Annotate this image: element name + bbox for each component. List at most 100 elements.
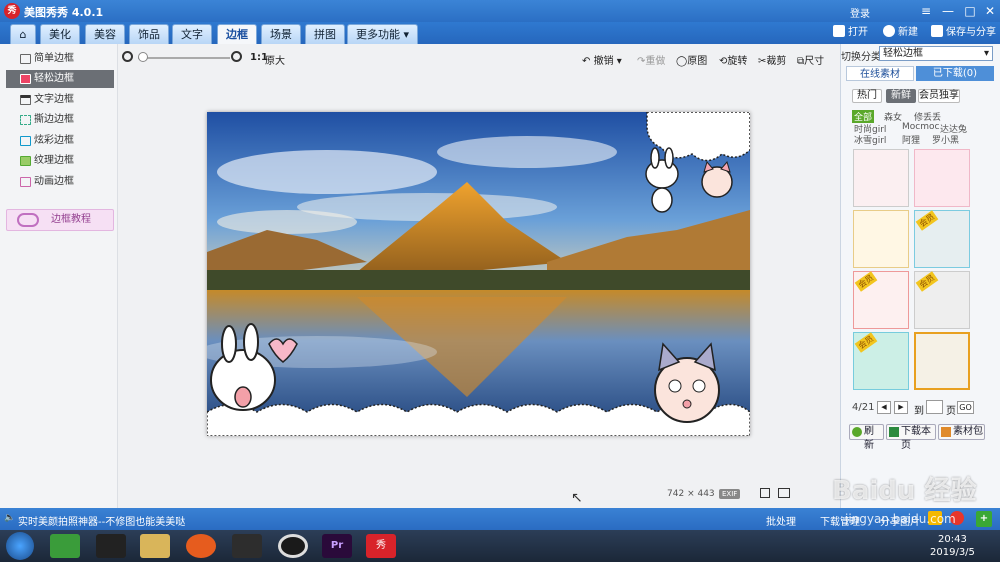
frame-thumbnail[interactable] (914, 149, 970, 207)
frame-thumbnail[interactable] (853, 149, 909, 207)
package-icon (941, 427, 951, 437)
filter-new[interactable]: 新鲜 (886, 89, 916, 103)
category-label: 切换分类 (841, 52, 881, 63)
original-icon: ◯ (676, 56, 688, 67)
minimize-button[interactable]: — (940, 3, 956, 19)
refresh-button[interactable]: 刷新 (849, 424, 884, 451)
redo-button[interactable]: ↷重做 (637, 52, 665, 67)
tab-more-features[interactable]: 更多功能 ▾ (347, 24, 419, 44)
tag-ice-girl[interactable]: 冰雪girl (854, 133, 886, 146)
frame-thumbnail[interactable]: 会员 (853, 332, 909, 390)
premiere-icon[interactable]: Pr (322, 534, 352, 558)
sidebar-item-simple[interactable]: 简单边框 (6, 50, 114, 68)
tab-frame[interactable]: 边框 (217, 24, 257, 44)
image-dimensions: 742 × 443 (667, 489, 715, 499)
taskbar-app-icon[interactable] (50, 534, 80, 558)
watermark-url: jingyan.baidu.com (845, 512, 956, 526)
watermark-logo: Baidu 经验 (832, 476, 977, 506)
start-button-icon[interactable] (6, 532, 34, 560)
plus-icon (883, 25, 895, 37)
tab-online-materials[interactable]: 在线素材 (846, 66, 914, 81)
page-indicator: 4/21 (852, 402, 875, 413)
firefox-icon[interactable] (186, 534, 216, 558)
status-promo-link[interactable]: 实时美颜拍照神器--不修图也能美美哒 (18, 513, 185, 528)
rotate-button[interactable]: ⟲旋转 (719, 52, 747, 67)
goto-label: 到 (914, 406, 924, 417)
page-input[interactable] (926, 400, 943, 414)
batch-process-button[interactable]: 批处理 (766, 513, 796, 528)
zoom-out-icon[interactable] (122, 51, 133, 62)
tag-ali[interactable]: 阿狸 (902, 133, 920, 146)
exif-button[interactable]: EXIF (719, 489, 741, 499)
download-icon (889, 427, 899, 437)
chevron-down-icon: ▾ (983, 48, 989, 59)
mouse-cursor-icon: ↖ (571, 490, 583, 506)
meitu-taskbar-icon[interactable]: 秀 (366, 534, 396, 558)
tag-luoxiaohei[interactable]: 罗小黑 (932, 133, 959, 146)
open-button[interactable]: 打开 (833, 25, 868, 41)
tab-beauty[interactable]: 美容 (85, 24, 125, 44)
menu-icon[interactable]: ≡ (918, 3, 934, 19)
easy-frame-icon (20, 74, 31, 84)
landscape-photo-image (207, 112, 750, 436)
login-link[interactable]: 登录 (850, 5, 870, 20)
home-tab[interactable]: ⌂ (10, 24, 36, 44)
material-pack-button[interactable]: 素材包 (938, 424, 985, 440)
tab-text[interactable]: 文字 (172, 24, 212, 44)
close-button[interactable]: ✕ (982, 3, 998, 19)
frame-tutorial-button[interactable]: 边框教程 (6, 209, 114, 231)
frame-thumbnail[interactable]: 会员 (914, 271, 970, 329)
tab-beautify[interactable]: 美化 (40, 24, 80, 44)
frame-thumbnail[interactable] (853, 210, 909, 268)
maximize-button[interactable]: □ (962, 3, 978, 19)
filter-hot[interactable]: 热门 (852, 89, 882, 103)
text-frame-icon (20, 95, 31, 105)
new-button[interactable]: 新建 (883, 25, 918, 41)
qq-icon[interactable] (96, 534, 126, 558)
colorful-frame-icon (20, 136, 31, 146)
download-page-button[interactable]: 下载本页 (886, 424, 936, 451)
sidebar-item-colorful[interactable]: 炫彩边框 (6, 132, 114, 150)
texture-frame-icon (20, 156, 31, 166)
sidebar-item-easy[interactable]: 轻松边框 (6, 70, 114, 88)
frame-thumbnail[interactable]: 会员 (914, 210, 970, 268)
prev-page-button[interactable]: ◀ (877, 401, 891, 414)
torn-frame-icon (20, 115, 31, 125)
sidebar-item-text[interactable]: 文字边框 (6, 91, 114, 109)
zoom-in-icon[interactable] (231, 51, 242, 62)
original-button[interactable]: ◯原图 (676, 52, 707, 67)
zoom-slider[interactable] (138, 57, 230, 59)
grid-view-icon[interactable] (778, 488, 790, 498)
tag-mocmoc[interactable]: Mocmoc (902, 122, 939, 132)
save-share-button[interactable]: 保存与分享 (931, 25, 996, 41)
sidebar-item-torn[interactable]: 撕边边框 (6, 111, 114, 129)
media-app-icon[interactable] (232, 534, 262, 558)
app-title: 美图秀秀 4.0.1 (24, 6, 104, 19)
go-button[interactable]: GO (957, 401, 974, 414)
animated-frame-icon (20, 177, 31, 187)
sidebar-item-animated[interactable]: 动画边框 (6, 173, 114, 191)
filter-member[interactable]: 会员独享 (918, 89, 960, 103)
add-icon[interactable]: + (976, 511, 992, 527)
original-size-button[interactable]: 原大 (265, 52, 285, 67)
tab-scene[interactable]: 场景 (261, 24, 301, 44)
file-explorer-icon[interactable] (140, 534, 170, 558)
member-badge: 会员 (915, 271, 939, 292)
frame-thumbnail[interactable]: 会员 (853, 271, 909, 329)
category-select[interactable]: 轻松边框 ▾ (879, 46, 993, 61)
clock-date: 2019/3/5 (930, 547, 975, 558)
zoom-slider-thumb[interactable] (138, 52, 148, 62)
record-icon[interactable] (278, 534, 308, 558)
crop-button[interactable]: ✂裁剪 (758, 52, 786, 67)
compare-view-icon[interactable] (760, 488, 770, 498)
tab-accessories[interactable]: 饰品 (129, 24, 169, 44)
edited-photo[interactable] (207, 112, 750, 436)
sidebar-item-texture[interactable]: 纹理边框 (6, 152, 114, 170)
resize-button[interactable]: ⧉尺寸 (797, 52, 824, 67)
frame-thumbnail[interactable] (914, 332, 970, 390)
next-page-button[interactable]: ▶ (894, 401, 908, 414)
tag-forest-girl[interactable]: 森女 (884, 110, 902, 123)
tab-collage[interactable]: 拼图 (305, 24, 345, 44)
undo-button[interactable]: ↶ 撤销 ▾ (582, 52, 622, 67)
tab-downloaded[interactable]: 已下载(0) (916, 66, 994, 81)
